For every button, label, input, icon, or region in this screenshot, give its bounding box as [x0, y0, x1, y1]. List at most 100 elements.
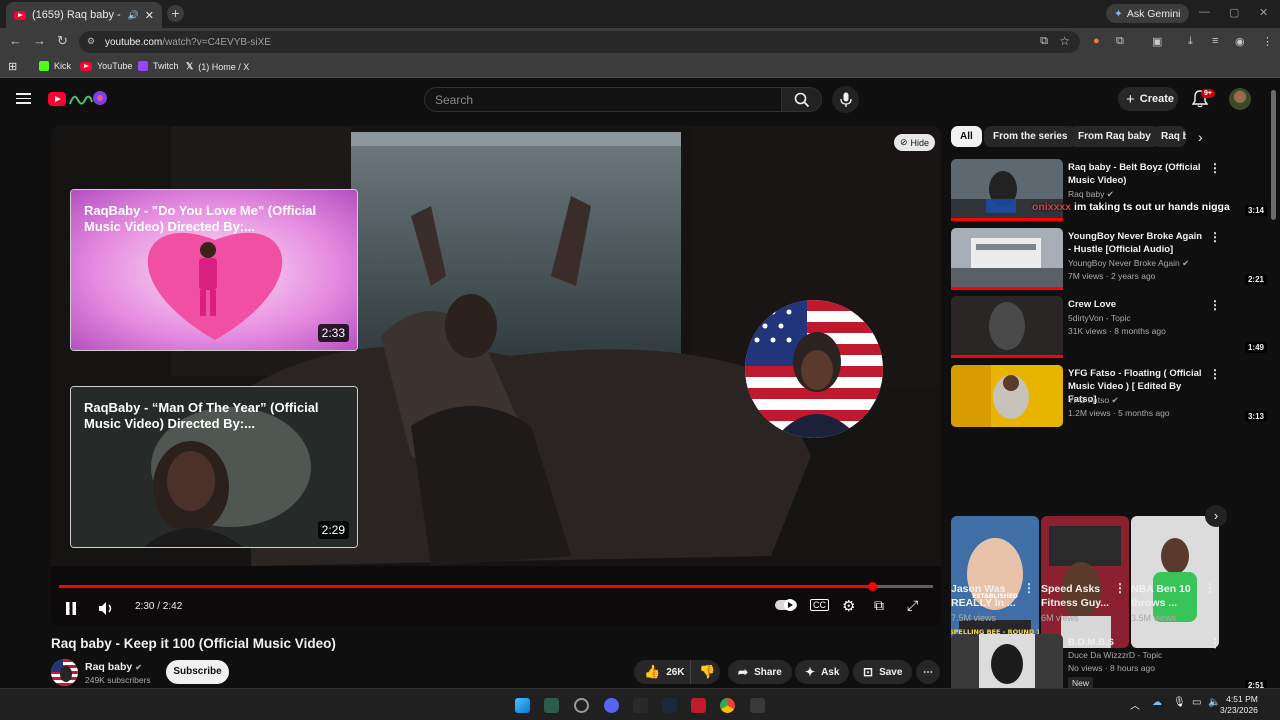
xbox-app-icon[interactable]	[544, 698, 559, 713]
back-arrow-icon[interactable]: ←	[9, 33, 22, 48]
steam-icon[interactable]	[662, 698, 677, 713]
dislike-button[interactable]: 👎	[690, 660, 720, 684]
new-tab-button[interactable]: +	[167, 5, 184, 22]
search-button[interactable]	[781, 87, 822, 112]
extension-icon[interactable]: ●	[1093, 35, 1100, 47]
search-input[interactable]: Search	[424, 87, 782, 112]
share-button[interactable]: ➦ Share	[728, 660, 792, 684]
sidepanel-icon[interactable]: ▣	[1152, 35, 1162, 48]
search-icon	[794, 92, 810, 108]
bookmark-kick[interactable]: Kick	[39, 61, 71, 71]
pause-icon[interactable]	[65, 602, 77, 615]
tab-audio-icon[interactable]: 🔊	[128, 10, 139, 21]
browser-tab-active[interactable]: (1659) Raq baby - Keep it 1 🔊 ✕	[6, 2, 162, 28]
more-options-icon[interactable]: ⋮	[1209, 367, 1221, 381]
display-icon[interactable]: ▭	[1192, 697, 1201, 708]
endcard-channel-subscribe[interactable]	[745, 300, 883, 438]
short-title[interactable]: Speed Asks Fitness Guy...	[1041, 582, 1113, 610]
recommended-video[interactable]: 3:13 YFG Fatso - Floating ( Official Mus…	[951, 365, 1271, 427]
download-icon[interactable]: ⤓	[1188, 35, 1193, 48]
voice-search-button[interactable]	[832, 86, 859, 113]
app-icon[interactable]	[691, 698, 706, 713]
short-title[interactable]: NBA Ben 10 throws ...	[1131, 582, 1203, 610]
channel-name[interactable]: Raq baby ✔	[85, 661, 142, 673]
volume-tray-icon[interactable]: 🔈	[1208, 697, 1220, 708]
scrubber-handle[interactable]	[867, 582, 877, 591]
tray-overflow-icon[interactable]: ︿	[1130, 697, 1140, 712]
close-window-icon[interactable]: ✕	[1259, 6, 1268, 19]
more-options-icon[interactable]: ⋮	[1204, 581, 1216, 595]
app-icon[interactable]	[750, 698, 765, 713]
video-player[interactable]: RaqBaby - "Do You Love Me" (Official Mus…	[51, 126, 941, 626]
more-actions-button[interactable]: ⋯	[916, 660, 940, 684]
like-button[interactable]: 👍 26K	[634, 660, 690, 684]
progress-bar[interactable]	[59, 582, 933, 591]
hide-endscreen-button[interactable]: ⊘ Hide	[894, 134, 936, 151]
recommended-video[interactable]: 2:51 B.O.M.B.S Duce Da WizzzrD - Topic N…	[951, 634, 1271, 688]
chips-next-icon[interactable]: ›	[1198, 129, 1203, 145]
create-button[interactable]: + Create	[1118, 87, 1178, 111]
more-options-icon[interactable]: ⋮	[1209, 636, 1221, 650]
bookmark-x[interactable]: 𝕏 (1) Home / X	[186, 61, 249, 72]
recommended-video[interactable]: 1:49 Crew Love 5dirtyVon - Topic 31K vie…	[951, 296, 1271, 358]
address-bar[interactable]: ⚙ youtube.com/watch?v=C4EVYB-siXE ⧉ ☆	[79, 31, 1080, 53]
youtube-doodle-logo[interactable]	[48, 90, 108, 108]
microphone-tray-icon[interactable]: 🎙	[1173, 697, 1186, 708]
autoplay-toggle[interactable]	[775, 598, 797, 615]
video-duration: 3:13	[1244, 411, 1267, 422]
tab-close-icon[interactable]: ✕	[145, 9, 154, 22]
forward-arrow-icon[interactable]: →	[33, 33, 46, 48]
more-options-icon[interactable]: ⋮	[1023, 581, 1035, 595]
shorts-next-icon[interactable]: ›	[1205, 505, 1227, 527]
recommended-video[interactable]: 2:21 YoungBoy Never Broke Again - Hustle…	[951, 228, 1271, 290]
windows-start-icon[interactable]	[515, 698, 530, 713]
network-icon[interactable]: ☁	[1152, 697, 1162, 708]
volume-icon[interactable]	[98, 601, 115, 616]
settings-gear-icon[interactable]: ⚙	[842, 597, 855, 615]
more-options-icon[interactable]: ⋮	[1209, 298, 1221, 312]
endcard-video-1[interactable]: RaqBaby - "Do You Love Me" (Official Mus…	[70, 189, 358, 351]
app-icon[interactable]	[633, 698, 648, 713]
ask-button[interactable]: ✦ Ask	[795, 660, 850, 684]
more-options-icon[interactable]: ⋮	[1209, 230, 1221, 244]
menu-hamburger-icon[interactable]	[16, 93, 31, 104]
extensions-puzzle-icon[interactable]: ⧉	[1116, 35, 1124, 48]
chip-all[interactable]: All	[951, 126, 982, 147]
browser-app-icon[interactable]	[574, 698, 589, 713]
chip-from-channel[interactable]: From Raq baby	[1069, 126, 1160, 147]
captions-icon[interactable]: CC	[810, 599, 829, 611]
endcard-duration: 2:33	[317, 324, 349, 342]
fullscreen-icon[interactable]: ⤢	[907, 597, 918, 614]
chrome-icon[interactable]	[720, 698, 735, 713]
minimize-window-icon[interactable]: —	[1199, 6, 1210, 18]
chip-from-series[interactable]: From the series	[984, 126, 1077, 147]
reload-icon[interactable]: ↻	[57, 33, 68, 49]
video-thumbnail	[951, 634, 1063, 688]
more-options-icon[interactable]: ⋮	[1209, 161, 1221, 175]
miniplayer-icon[interactable]: ⧉	[874, 597, 884, 614]
endcard-video-2[interactable]: RaqBaby - “Man Of The Year” (Official Mu…	[70, 386, 358, 548]
ask-gemini-button[interactable]: ✦ Ask Gemini	[1106, 4, 1189, 23]
more-options-icon[interactable]: ⋮	[1114, 581, 1126, 595]
discord-icon[interactable]	[604, 698, 619, 713]
bookmark-youtube[interactable]: YouTube	[80, 61, 132, 71]
profile-icon[interactable]: ◉	[1235, 35, 1245, 48]
taskbar-clock[interactable]: 4:51 PM 3/23/2026	[1220, 694, 1258, 716]
page-scrollbar[interactable]	[1271, 90, 1276, 220]
account-avatar[interactable]	[1229, 88, 1251, 110]
channel-avatar[interactable]	[51, 659, 78, 686]
eye-off-icon: ⊘	[900, 137, 908, 147]
apps-grid-icon[interactable]: ⊞	[8, 60, 17, 73]
bookmark-star-icon[interactable]: ☆	[1059, 34, 1070, 48]
cast-icon[interactable]: ⧉	[1040, 35, 1048, 48]
chrome-menu-icon[interactable]: ⋮	[1262, 35, 1273, 48]
maximize-window-icon[interactable]: ▢	[1229, 6, 1239, 19]
site-info-icon[interactable]: ⚙	[87, 36, 95, 47]
short-title[interactable]: Jason Was REALLY In ...	[951, 582, 1023, 610]
subscribe-button[interactable]: Subscribe	[166, 660, 229, 684]
watched-progress-bar	[951, 355, 1063, 358]
save-button[interactable]: ⊡ Save	[853, 660, 913, 684]
chip-raq[interactable]: Raq b	[1153, 126, 1186, 147]
bookmark-twitch[interactable]: Twitch	[138, 61, 179, 71]
media-control-icon[interactable]: ≡	[1212, 35, 1218, 47]
